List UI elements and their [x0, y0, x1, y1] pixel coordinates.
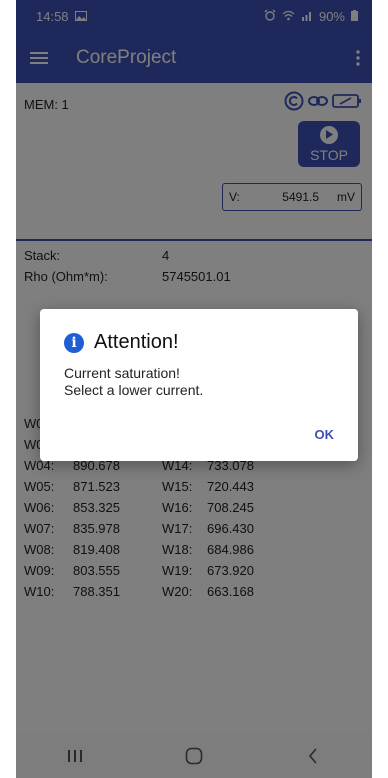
dialog-message: Current saturation! Select a lower curre…: [64, 365, 203, 399]
dialog-message-line-2: Select a lower current.: [64, 382, 204, 398]
attention-dialog: i Attention! Current saturation! Select …: [40, 309, 358, 461]
dialog-title: Attention!: [94, 331, 179, 353]
dialog-header: i Attention!: [64, 331, 179, 354]
ok-button[interactable]: OK: [309, 423, 341, 446]
info-icon: i: [64, 332, 84, 353]
phone-screen: 14:58 90% CoreProject: [16, 0, 372, 778]
dialog-message-line-1: Current saturation!: [64, 365, 180, 381]
